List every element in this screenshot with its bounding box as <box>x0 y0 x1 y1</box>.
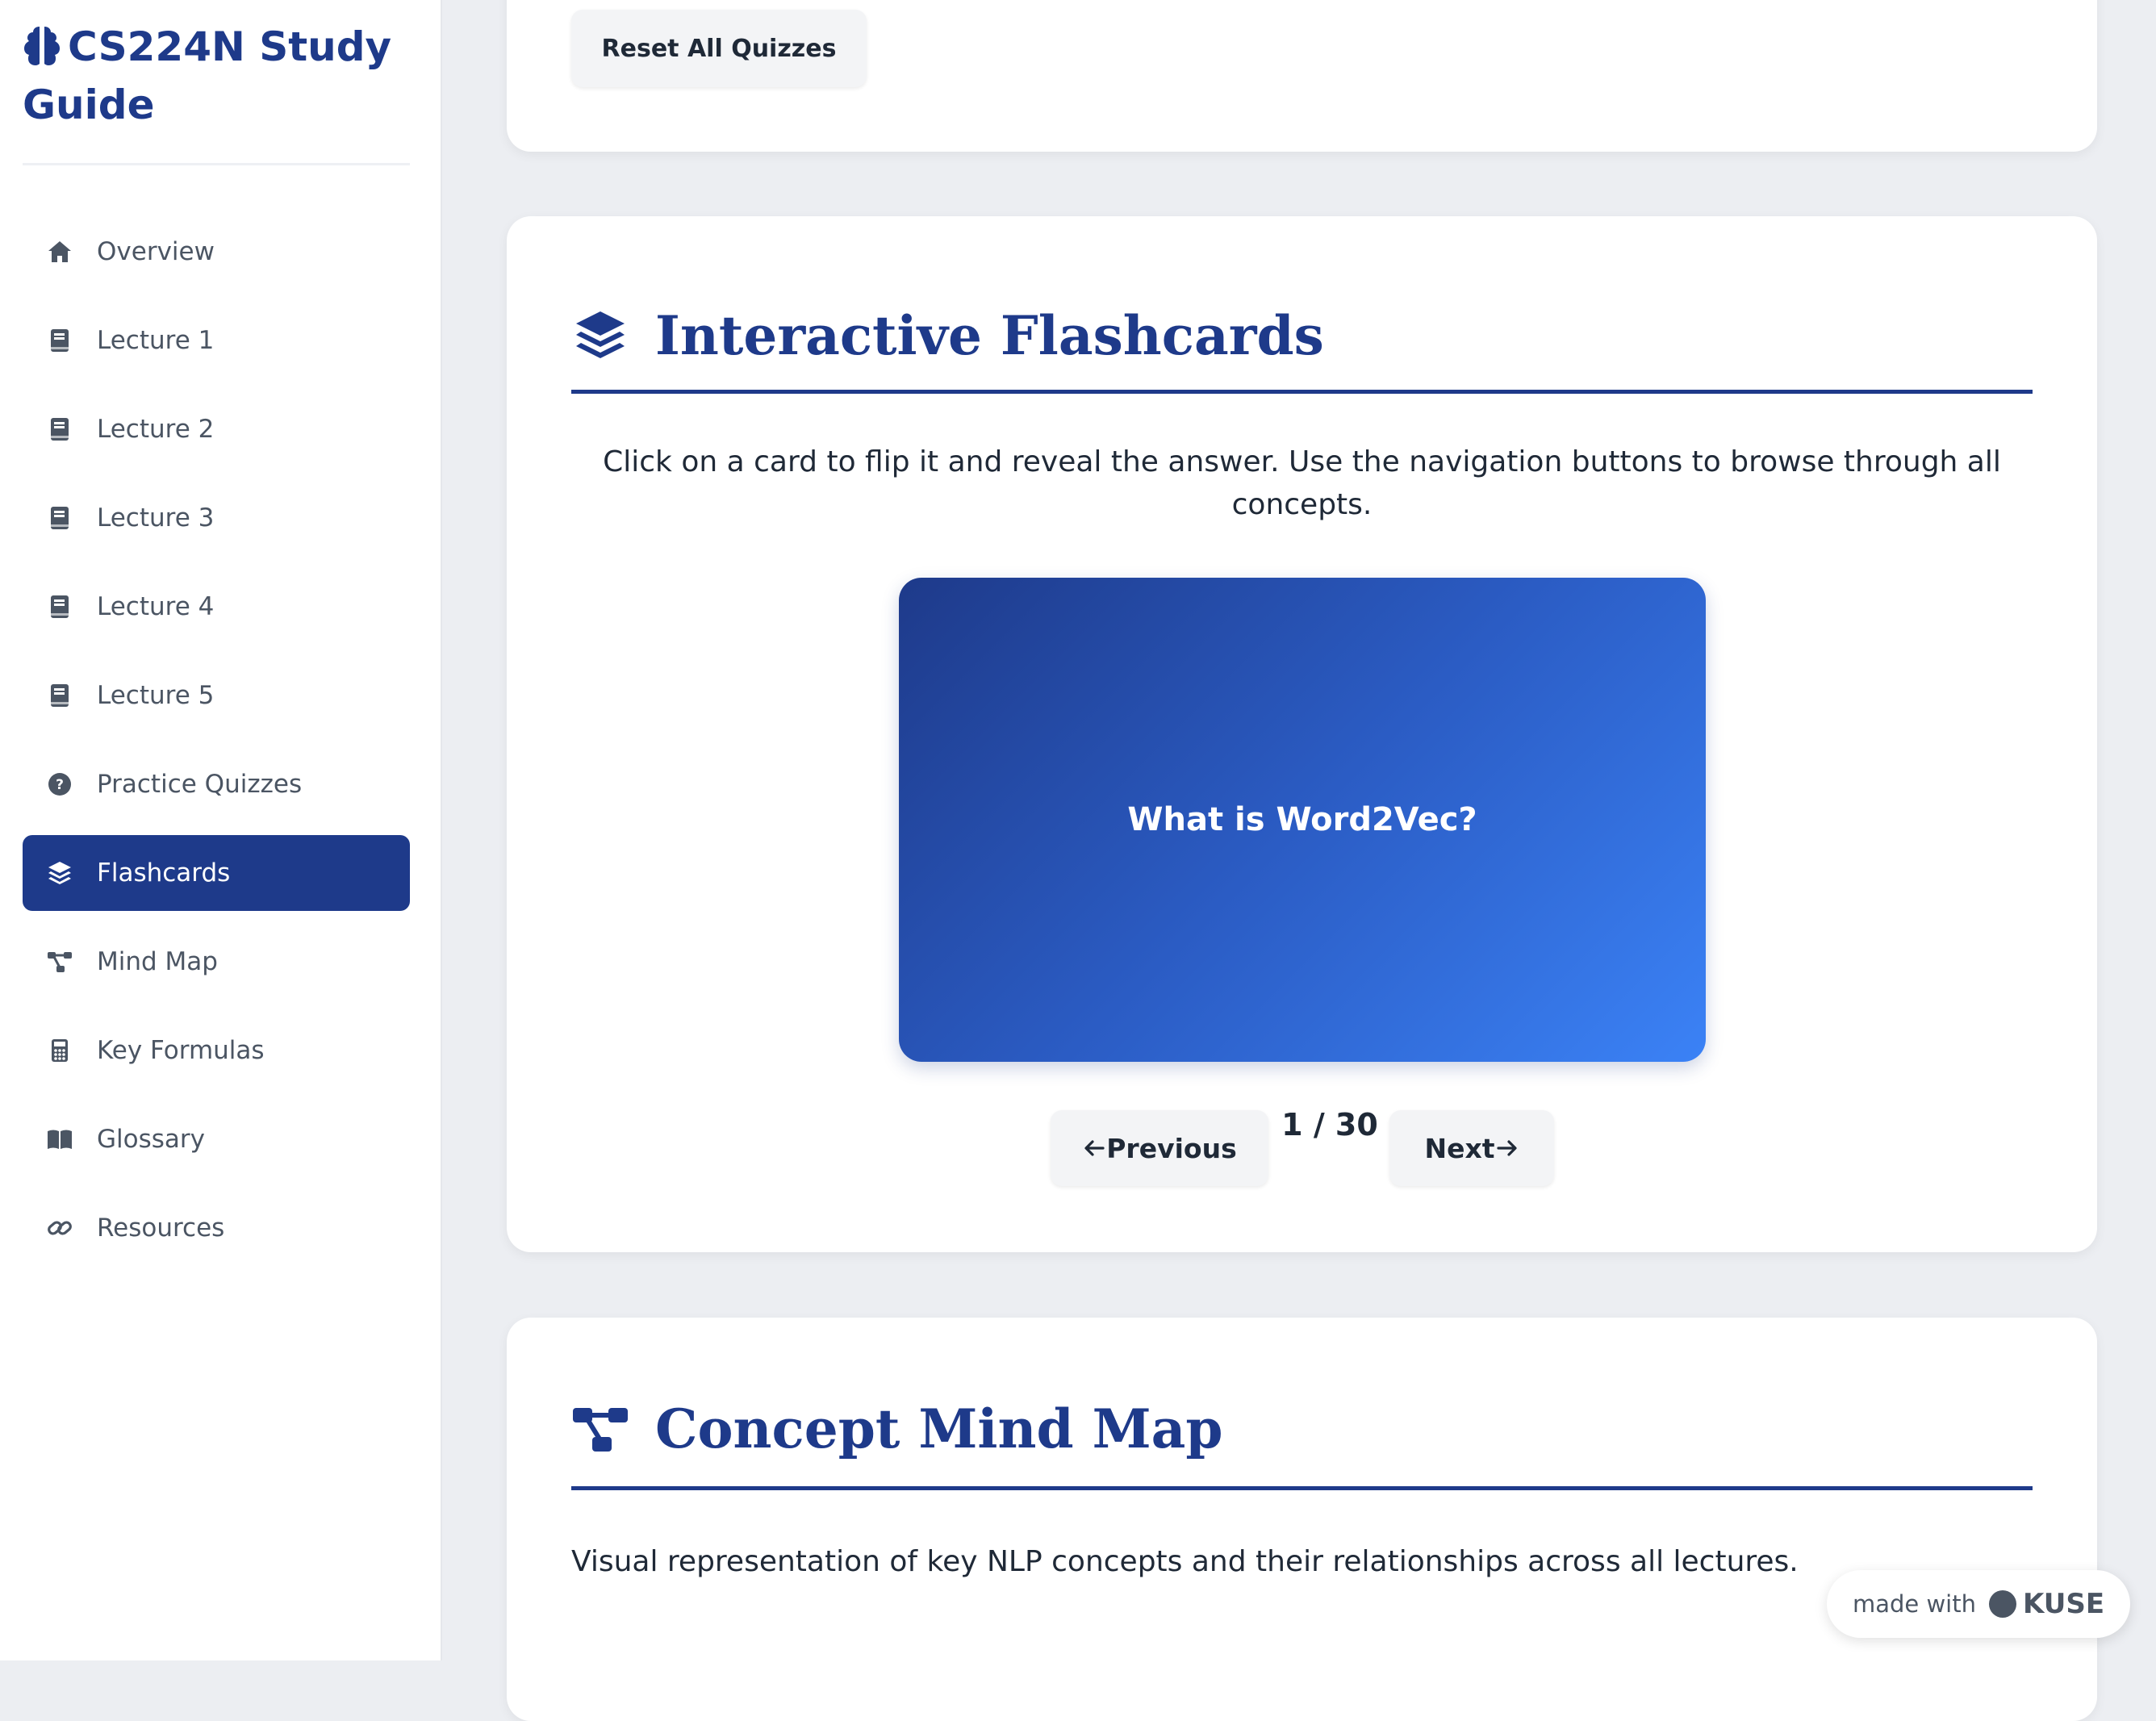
sitemap-icon <box>573 1408 628 1452</box>
sidebar-item-label: Resources <box>97 1213 225 1243</box>
layers-icon <box>576 311 625 358</box>
flashcard-counter: 1 / 30 <box>1281 1107 1378 1142</box>
home-icon <box>45 237 74 266</box>
sidebar-item-label: Lecture 4 <box>97 592 215 621</box>
brain-icon <box>24 26 60 65</box>
brand-divider <box>23 163 410 165</box>
sidebar-item-label: Practice Quizzes <box>97 770 303 799</box>
kuse-logo-icon <box>1988 1590 2016 1618</box>
brand-text: CS224N Study Guide <box>23 23 392 128</box>
sidebar-item-label: Glossary <box>97 1125 205 1154</box>
flashcards-title-text: Interactive Flashcards <box>655 304 1324 367</box>
sidebar-item-label: Mind Map <box>97 947 218 976</box>
layers-icon <box>45 858 74 888</box>
sidebar-item-lecture-4[interactable]: Lecture 4 <box>23 569 410 645</box>
calculator-icon <box>45 1036 74 1065</box>
sitemap-icon <box>45 947 74 976</box>
sidebar-item-label: Lecture 2 <box>97 415 215 444</box>
flashcards-section: Interactive Flashcards Click on a card t… <box>507 216 2097 1252</box>
badge-brand: KUSE <box>2022 1588 2105 1620</box>
mindmap-section: Concept Mind Map Visual representation o… <box>507 1318 2097 1721</box>
sidebar: CS224N Study Guide Overview Lecture 1 Le… <box>0 0 442 1660</box>
previous-label: Previous <box>1106 1132 1237 1164</box>
sidebar-item-practice-quizzes[interactable]: ? Practice Quizzes <box>23 746 410 822</box>
mindmap-title: Concept Mind Map <box>571 1381 1223 1477</box>
arrow-right-icon <box>1496 1140 1517 1156</box>
sidebar-item-lecture-3[interactable]: Lecture 3 <box>23 480 410 556</box>
mindmap-title-rule <box>571 1486 2033 1490</box>
open-book-icon <box>45 1125 74 1154</box>
made-with-kuse-badge[interactable]: made with KUSE <box>1827 1570 2130 1638</box>
sidebar-item-label: Lecture 3 <box>97 503 215 533</box>
sidebar-item-overview[interactable]: Overview <box>23 214 410 290</box>
book-icon <box>45 592 74 621</box>
flashcards-intro: Click on a card to flip it and reveal th… <box>603 445 2001 521</box>
sidebar-item-label: Overview <box>97 237 215 266</box>
book-icon <box>45 326 74 355</box>
next-label: Next <box>1424 1132 1495 1164</box>
next-button[interactable]: Next <box>1389 1110 1554 1186</box>
sidebar-item-flashcards[interactable]: Flashcards <box>23 835 410 911</box>
sidebar-item-glossary[interactable]: Glossary <box>23 1101 410 1177</box>
mindmap-description: Visual representation of key NLP concept… <box>571 1545 1799 1578</box>
flashcards-title: Interactive Flashcards <box>571 287 1324 384</box>
sidebar-item-label: Key Formulas <box>97 1036 265 1065</box>
book-icon <box>45 681 74 710</box>
flashcards-title-rule <box>571 390 2033 394</box>
brand-title[interactable]: CS224N Study Guide <box>23 18 410 134</box>
sidebar-item-mind-map[interactable]: Mind Map <box>23 924 410 1000</box>
sidebar-item-label: Lecture 5 <box>97 681 215 710</box>
sidebar-nav: Overview Lecture 1 Lecture 2 Lecture 3 L… <box>23 214 410 1279</box>
sidebar-item-resources[interactable]: Resources <box>23 1190 410 1266</box>
reset-quizzes-button[interactable]: Reset All Quizzes <box>571 10 867 87</box>
link-icon <box>45 1213 74 1243</box>
sidebar-item-lecture-5[interactable]: Lecture 5 <box>23 658 410 733</box>
quizzes-card: Reset All Quizzes <box>507 0 2097 152</box>
sidebar-item-lecture-1[interactable]: Lecture 1 <box>23 303 410 378</box>
badge-prefix: made with <box>1852 1590 1976 1618</box>
book-icon <box>45 415 74 444</box>
svg-text:?: ? <box>56 777 64 793</box>
previous-button[interactable]: Previous <box>1051 1110 1268 1186</box>
flashcard[interactable]: What is Word2Vec? <box>899 578 1706 1062</box>
book-icon <box>45 503 74 533</box>
sidebar-item-label: Flashcards <box>97 858 231 888</box>
arrow-left-icon <box>1084 1140 1105 1156</box>
flashcard-question: What is Word2Vec? <box>1127 801 1477 838</box>
mindmap-title-text: Concept Mind Map <box>655 1397 1223 1460</box>
sidebar-item-key-formulas[interactable]: Key Formulas <box>23 1013 410 1088</box>
sidebar-item-label: Lecture 1 <box>97 326 215 355</box>
question-circle-icon: ? <box>45 770 74 799</box>
sidebar-item-lecture-2[interactable]: Lecture 2 <box>23 391 410 467</box>
